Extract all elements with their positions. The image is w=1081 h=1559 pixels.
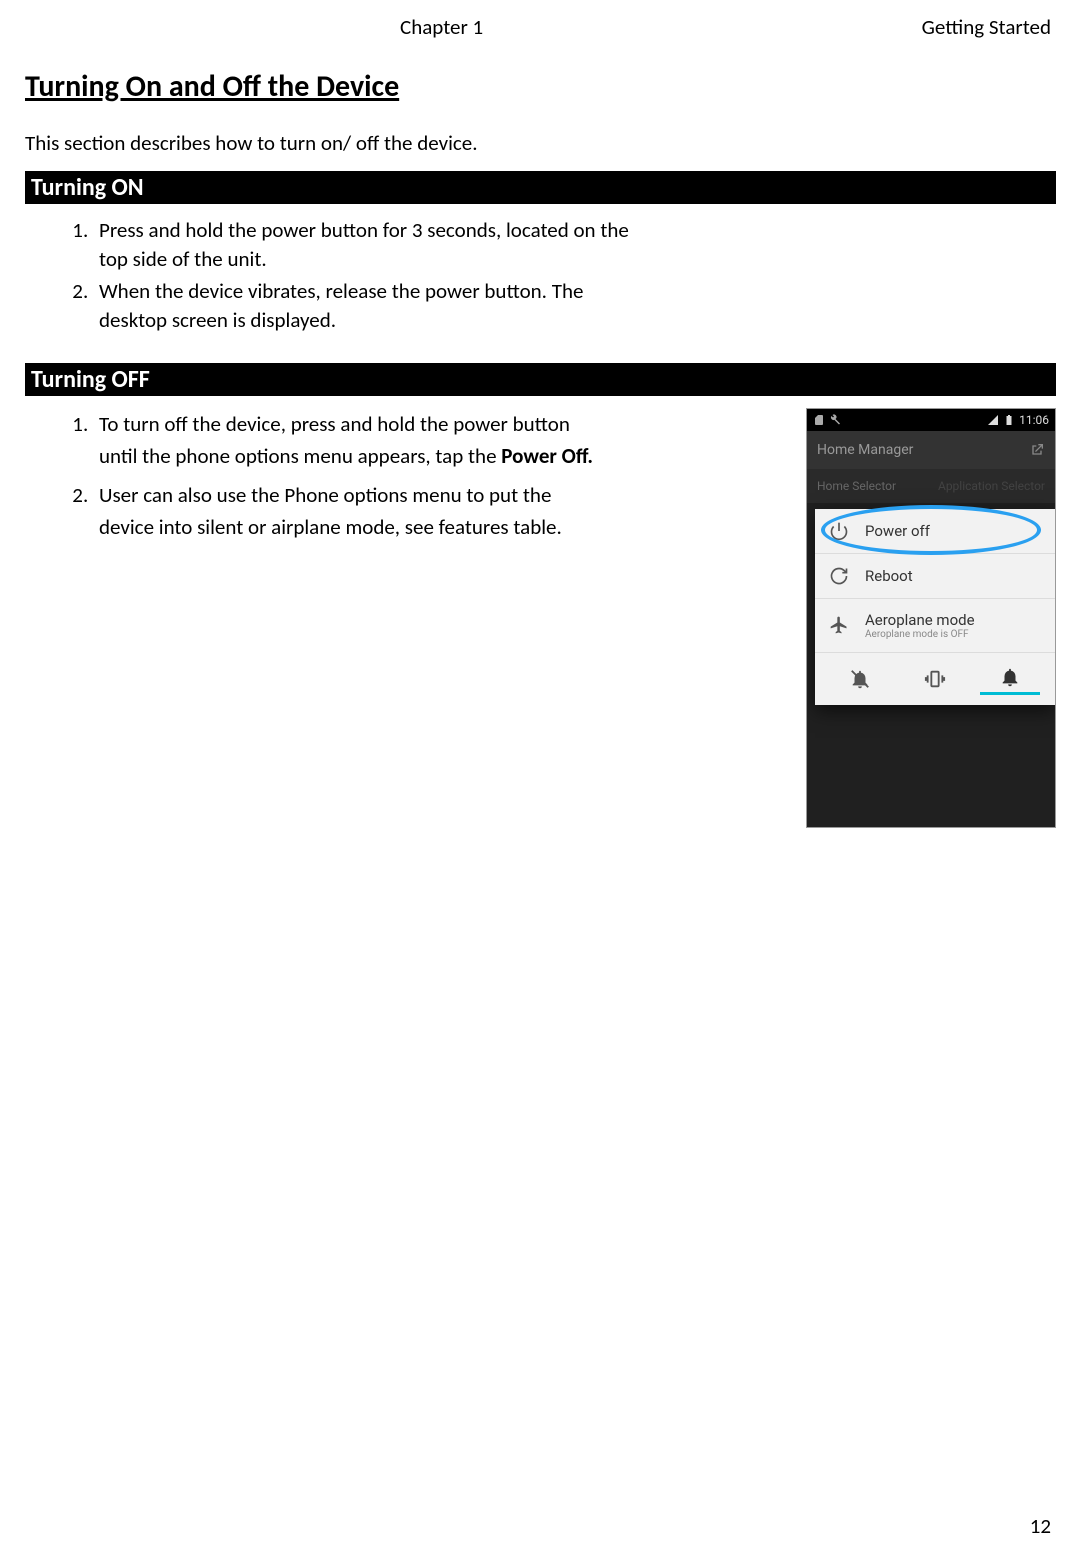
poweroff-label: Power off: [865, 522, 930, 540]
phone-topbar: Home Manager: [807, 431, 1055, 469]
on-step-2: When the device vibrates, release the po…: [93, 277, 653, 336]
sound-mode-row: [815, 653, 1055, 705]
turning-off-content: To turn off the device, press and hold t…: [25, 408, 1056, 828]
battery-icon: [1003, 414, 1015, 426]
phone-subbar: Home Selector Application Selector: [807, 469, 1055, 503]
header-section: Getting Started: [922, 14, 1051, 40]
tools-icon: [829, 414, 841, 426]
phone-screenshot: 11:06 Home Manager Home Selector Applica…: [806, 408, 1056, 828]
off-step-2: User can also use the Phone options menu…: [93, 479, 593, 544]
aero-sublabel: Aeroplane mode is OFF: [865, 629, 975, 640]
off-step-1a: To turn off the device, press and hold t…: [99, 411, 570, 470]
mute-icon: [849, 668, 871, 690]
subbar-right: Application Selector: [938, 479, 1045, 493]
page-title: Turning On and Off the Device: [25, 68, 1056, 105]
page-number: 12: [1030, 1513, 1051, 1539]
turning-on-content: Press and hold the power button for 3 se…: [25, 216, 1056, 338]
header-chapter: Chapter 1: [400, 14, 483, 40]
status-bar: 11:06: [807, 409, 1055, 431]
reboot-label: Reboot: [865, 567, 913, 585]
sdcard-icon: [813, 414, 825, 426]
vibrate-icon: [924, 668, 946, 690]
section-heading-off: Turning OFF: [25, 363, 1056, 396]
intro-text: This section describes how to turn on/ o…: [25, 130, 1056, 156]
on-step-1: Press and hold the power button for 3 se…: [93, 216, 653, 275]
signal-icon: [987, 414, 999, 426]
page-header: Chapter 1 Getting Started: [25, 14, 1056, 40]
external-icon: [1029, 442, 1045, 458]
power-menu: Power off Reboot Aeroplane mode Aeroplan…: [815, 509, 1055, 705]
turning-on-steps: Press and hold the power button for 3 se…: [25, 216, 1056, 336]
bell-icon: [999, 666, 1021, 688]
menu-item-reboot[interactable]: Reboot: [815, 554, 1055, 599]
mode-vibrate[interactable]: [905, 663, 965, 695]
mode-silent[interactable]: [830, 663, 890, 695]
power-icon: [829, 521, 849, 541]
menu-item-aeroplane[interactable]: Aeroplane mode Aeroplane mode is OFF: [815, 599, 1055, 653]
mode-sound[interactable]: [980, 663, 1040, 695]
topbar-title: Home Manager: [817, 442, 913, 458]
menu-item-poweroff[interactable]: Power off: [815, 509, 1055, 554]
status-time: 11:06: [1019, 413, 1049, 427]
off-step-1: To turn off the device, press and hold t…: [93, 408, 593, 473]
aero-label: Aeroplane mode: [865, 611, 975, 629]
subbar-left: Home Selector: [817, 479, 896, 493]
airplane-icon: [829, 615, 849, 635]
reboot-icon: [829, 566, 849, 586]
section-heading-on: Turning ON: [25, 171, 1056, 204]
turning-off-steps: To turn off the device, press and hold t…: [25, 408, 786, 544]
off-step-1b: Power Off.: [501, 443, 593, 469]
